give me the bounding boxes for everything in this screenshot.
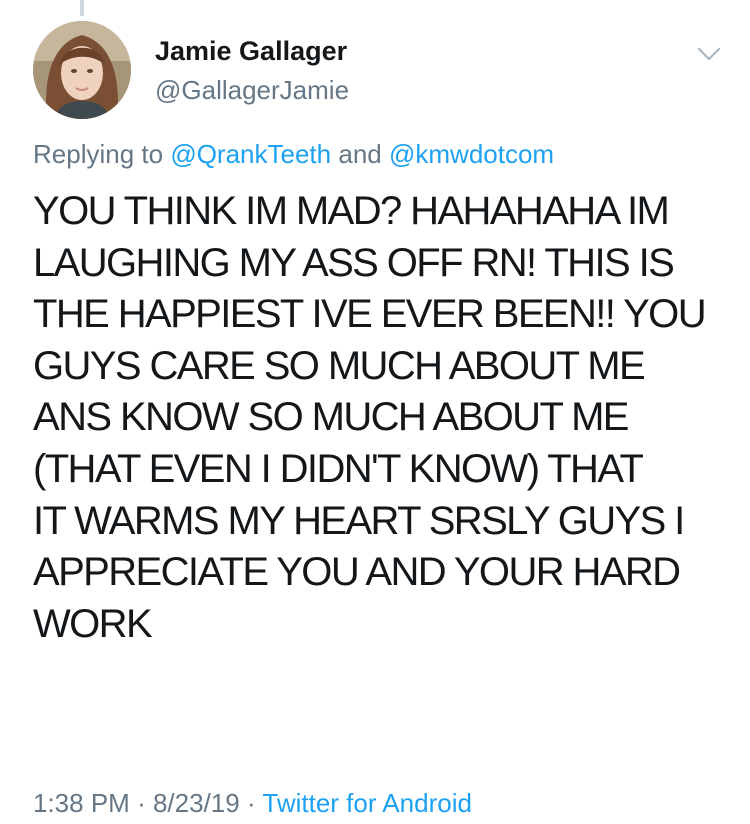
tweet-source-link[interactable]: Twitter for Android bbox=[262, 788, 472, 818]
tweet-metadata: 1:38 PM · 8/23/19 · Twitter for Android bbox=[33, 788, 472, 819]
chevron-down-icon bbox=[697, 47, 721, 61]
replying-to-label: Replying to bbox=[33, 139, 164, 169]
meta-separator: · bbox=[137, 788, 146, 818]
tweet-menu-button[interactable] bbox=[695, 42, 723, 66]
meta-separator: · bbox=[246, 788, 256, 818]
profile-photo-icon bbox=[33, 21, 131, 119]
author-name[interactable]: Jamie Gallager bbox=[155, 36, 347, 67]
thread-connector-line bbox=[80, 0, 84, 16]
avatar[interactable] bbox=[33, 21, 131, 119]
tweet-text-line: WORK bbox=[33, 601, 153, 646]
tweet-text-line: GUYS CARE SO MUCH ABOUT ME bbox=[33, 343, 646, 388]
author-handle[interactable]: @GallagerJamie bbox=[155, 75, 349, 106]
tweet-text-line: IT WARMS MY HEART SRSLY GUYS I bbox=[33, 498, 685, 543]
reply-mention-link[interactable]: @kmwdotcom bbox=[389, 139, 554, 169]
reply-mention-link[interactable]: @QrankTeeth bbox=[170, 139, 331, 169]
reply-conjunction: and bbox=[338, 139, 382, 169]
tweet-date[interactable]: 8/23/19 bbox=[153, 788, 240, 818]
tweet-text-line: ANS KNOW SO MUCH ABOUT ME bbox=[33, 395, 629, 440]
replying-to-context: Replying to @QrankTeeth and @kmwdotcom bbox=[33, 139, 554, 170]
tweet-text-line: APPRECIATE YOU AND YOUR HARD bbox=[33, 550, 681, 595]
tweet-text-line: LAUGHING MY ASS OFF RN! THIS IS bbox=[33, 240, 675, 285]
tweet-text-line: YOU THINK IM MAD? HAHAHAHA IM bbox=[33, 189, 670, 233]
tweet-text-line: (THAT EVEN I DIDN'T KNOW) THAT bbox=[33, 446, 644, 491]
tweet-time[interactable]: 1:38 PM bbox=[33, 788, 130, 818]
tweet-text-line: THE HAPPIEST IVE EVER BEEN!! YOU bbox=[33, 292, 707, 337]
tweet-text: YOU THINK IM MAD? HAHAHAHA IM LAUGHING M… bbox=[33, 186, 723, 650]
